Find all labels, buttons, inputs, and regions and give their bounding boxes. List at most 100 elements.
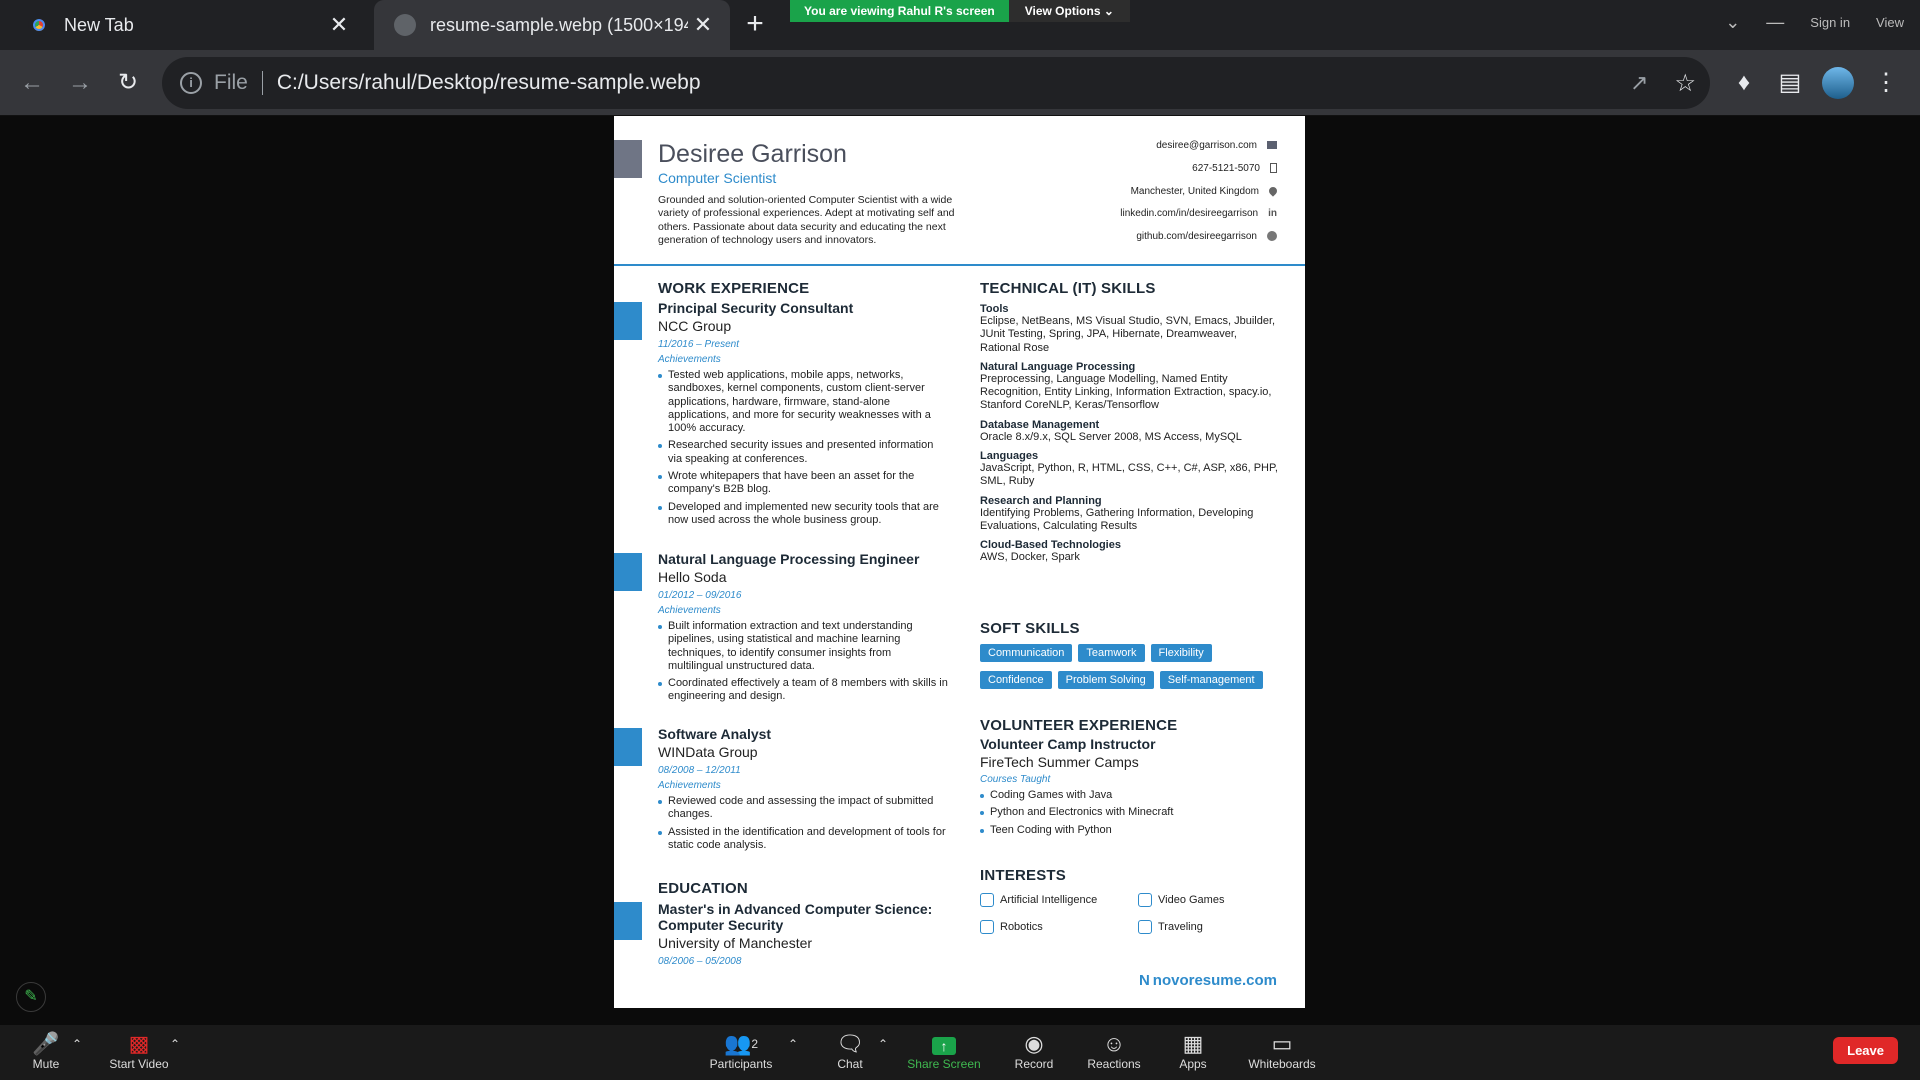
reactions-icon: ☺ xyxy=(1102,1031,1126,1056)
leave-button[interactable]: Leave xyxy=(1833,1037,1898,1064)
technical-skills-heading: TECHNICAL (IT) SKILLS xyxy=(980,280,1156,297)
linkedin-icon: in xyxy=(1268,208,1277,220)
contact-text: Manchester, United Kingdom xyxy=(1130,186,1259,197)
education-dates: 08/2006 – 05/2008 xyxy=(658,956,742,967)
list-item: Developed and implemented new security t… xyxy=(658,501,948,528)
globe-icon xyxy=(394,14,416,36)
soft-skills-heading: SOFT SKILLS xyxy=(980,620,1080,637)
url-text[interactable]: C:/Users/rahul/Desktop/resume-sample.web… xyxy=(277,71,701,95)
share-screen-button[interactable]: ↑ Share Screen xyxy=(906,1031,982,1071)
tab-title: resume-sample.webp (1500×194 xyxy=(430,14,688,35)
new-tab-button[interactable]: + xyxy=(738,8,772,42)
chat-icon: 🗨 xyxy=(836,1031,864,1056)
window-controls: ⌄ — Sign in View xyxy=(1699,0,1920,44)
list-item: Built information extraction and text un… xyxy=(658,620,948,673)
participants-chevron[interactable]: ⌃ xyxy=(788,1037,798,1051)
mail-icon xyxy=(1267,141,1277,150)
start-video-label: Start Video xyxy=(109,1057,169,1071)
extensions-icon[interactable]: ♦ xyxy=(1724,63,1764,103)
soft-skills-section: SOFT SKILLS Communication Teamwork Flexibi… xyxy=(980,620,1280,697)
close-tab-icon[interactable]: ✕ xyxy=(688,12,718,38)
view-options-button[interactable]: View Options ⌄ xyxy=(1008,0,1130,22)
job-marker xyxy=(614,728,642,766)
job-title: Software Analyst xyxy=(658,726,772,742)
gamepad-icon xyxy=(1138,893,1152,907)
contact-email: desiree@garrison.com xyxy=(1156,140,1277,151)
header-divider xyxy=(614,264,1305,266)
skill-group-value: Preprocessing, Language Modelling, Named… xyxy=(980,372,1272,412)
skill-tag: Problem Solving xyxy=(1057,671,1154,689)
job-company: NCC Group xyxy=(658,318,732,334)
education-marker xyxy=(614,902,642,940)
record-icon: ◉ xyxy=(1024,1031,1044,1056)
profile-avatar[interactable] xyxy=(1818,63,1858,103)
back-icon[interactable]: ← xyxy=(12,63,52,103)
list-item: Wrote whitepapers that have been an asse… xyxy=(658,470,948,497)
chevron-down-icon[interactable]: ⌄ xyxy=(1725,12,1740,33)
start-video-button[interactable]: ▩ Start Video xyxy=(104,1031,174,1071)
zoom-viewing-banner: You are viewing Rahul R's screen View Op… xyxy=(790,0,1130,22)
skill-tag: Flexibility xyxy=(1150,644,1212,662)
contact-linkedin: linkedin.com/in/desireegarrison in xyxy=(1120,208,1277,219)
chat-button[interactable]: 🗨 Chat xyxy=(830,1031,870,1071)
skill-group-title: Cloud-Based Technologies xyxy=(980,539,1121,552)
contact-text: linkedin.com/in/desireegarrison xyxy=(1120,208,1259,219)
contact-location: Manchester, United Kingdom xyxy=(1130,185,1279,198)
divider xyxy=(261,71,263,95)
annotate-pen-icon[interactable]: ✎ xyxy=(16,982,46,1012)
info-icon[interactable]: i xyxy=(180,72,202,94)
interest-label: Artificial Intelligence xyxy=(1000,894,1098,906)
viewing-label: You are viewing Rahul R's screen xyxy=(790,0,1009,22)
list-item: Coding Games with Java xyxy=(980,789,1280,802)
chat-chevron[interactable]: ⌃ xyxy=(878,1037,888,1051)
apps-button[interactable]: ▦ Apps xyxy=(1176,1031,1210,1071)
reactions-button[interactable]: ☺ Reactions xyxy=(1086,1031,1142,1071)
menu-icon[interactable]: ⋮ xyxy=(1866,63,1906,103)
contact-text: github.com/desireegarrison xyxy=(1136,231,1257,242)
job-title: Natural Language Processing Engineer xyxy=(658,551,920,567)
tab-new-tab[interactable]: New Tab ✕ xyxy=(0,0,366,50)
share-icon[interactable]: ↗ xyxy=(1630,70,1648,96)
navigation-bar: ← → ↻ i File C:/Users/rahul/Desktop/resu… xyxy=(0,50,1920,116)
interest-label: Video Games xyxy=(1158,894,1225,906)
view-button[interactable]: View xyxy=(1876,15,1904,30)
achievements-label: Achievements xyxy=(658,605,721,616)
video-options-chevron[interactable]: ⌃ xyxy=(170,1037,180,1051)
tab-bar: New Tab ✕ resume-sample.webp (1500×194 ✕… xyxy=(0,0,1920,50)
side-panel-icon[interactable]: ▤ xyxy=(1770,63,1810,103)
resume-image: Desiree Garrison Computer Scientist Grou… xyxy=(614,116,1305,1008)
achievements-list: Tested web applications, mobile apps, ne… xyxy=(658,369,948,527)
whiteboards-button[interactable]: ▭ Whiteboards xyxy=(1246,1031,1318,1071)
address-bar[interactable]: i File C:/Users/rahul/Desktop/resume-sam… xyxy=(162,57,1710,109)
mute-button[interactable]: 🎤 Mute xyxy=(28,1031,64,1071)
achievements-label: Achievements xyxy=(658,354,721,365)
whiteboard-icon: ▭ xyxy=(1271,1031,1293,1056)
job-entry: Natural Language Processing Engineer Hel… xyxy=(658,551,948,708)
job-marker xyxy=(614,553,642,591)
audio-options-chevron[interactable]: ⌃ xyxy=(72,1037,82,1051)
volunteer-title: Volunteer Camp Instructor xyxy=(980,736,1156,752)
forward-icon[interactable]: → xyxy=(60,63,100,103)
list-item: Researched security issues and presented… xyxy=(658,439,948,466)
volunteer-section: VOLUNTEER EXPERIENCE Volunteer Camp Inst… xyxy=(980,717,1280,841)
job-title: Principal Security Consultant xyxy=(658,300,854,316)
sign-in-button[interactable]: Sign in xyxy=(1810,15,1850,30)
degree-title: Master's in Advanced Computer Science: C… xyxy=(658,901,933,933)
tab-resume[interactable]: resume-sample.webp (1500×194 ✕ xyxy=(374,0,730,50)
star-icon[interactable]: ☆ xyxy=(1674,69,1696,98)
skill-tag: Confidence xyxy=(980,671,1052,689)
chrome-icon xyxy=(28,14,50,36)
chevron-down-icon: ⌄ xyxy=(1103,4,1114,18)
record-label: Record xyxy=(1014,1057,1054,1071)
record-button[interactable]: ◉ Record xyxy=(1012,1031,1056,1071)
job-company: Hello Soda xyxy=(658,569,727,585)
minimize-icon[interactable]: — xyxy=(1766,12,1784,33)
participants-button[interactable]: 👥2 Participants xyxy=(706,1031,776,1071)
meeting-toolbar: 🎤 Mute ⌃ ▩ Start Video ⌃ 👥2 Participants ⌃ … xyxy=(0,1025,1920,1080)
close-tab-icon[interactable]: ✕ xyxy=(324,12,354,38)
reload-icon[interactable]: ↻ xyxy=(108,63,148,103)
mute-label: Mute xyxy=(32,1057,60,1071)
list-item: Tested web applications, mobile apps, ne… xyxy=(658,369,948,435)
list-item: Reviewed code and assessing the impact o… xyxy=(658,795,948,822)
job-company: WINData Group xyxy=(658,744,758,760)
